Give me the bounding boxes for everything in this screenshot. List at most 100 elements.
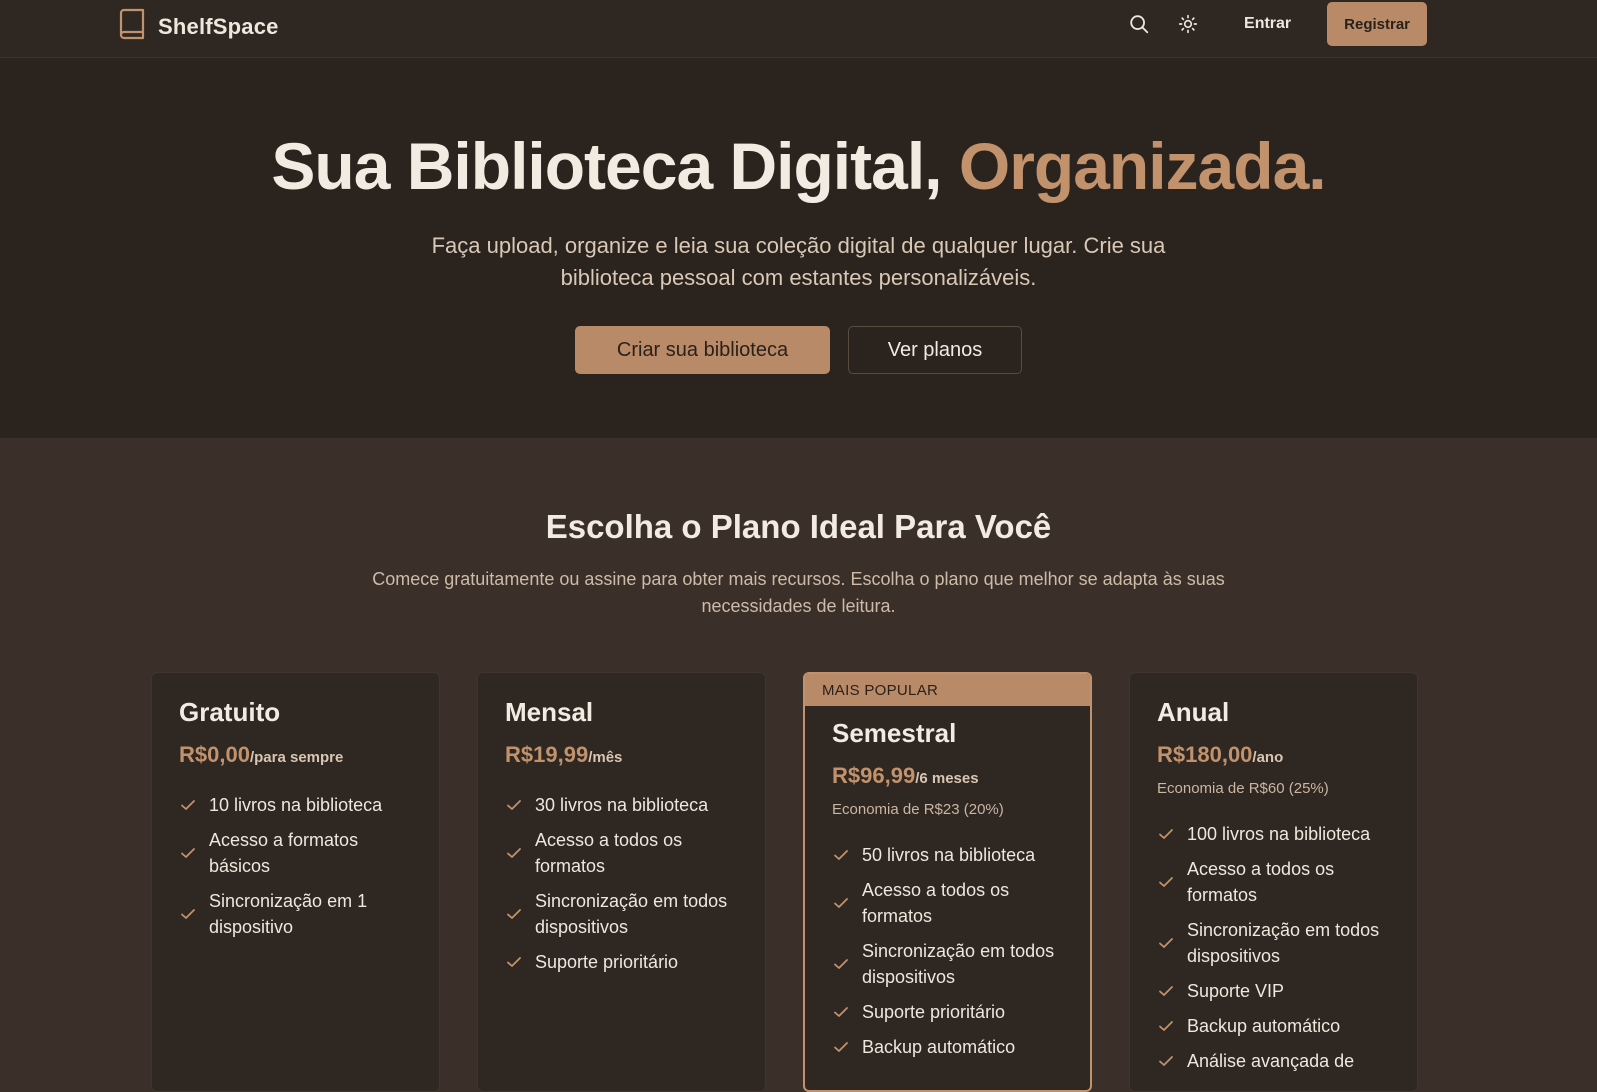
feature-item: Suporte prioritário xyxy=(505,949,738,975)
feature-item: Backup automático xyxy=(1157,1013,1390,1039)
plan-card-mensal[interactable]: Mensal R$19,99/mês 30 livros na bibliote… xyxy=(477,672,766,1092)
plan-price-value: R$96,99 xyxy=(832,763,916,788)
plan-cards: Gratuito R$0,00/para sempre 10 livros na… xyxy=(151,672,1418,1092)
hero-title: Sua Biblioteca Digital, Organizada. xyxy=(0,128,1597,204)
plan-price-value: R$180,00 xyxy=(1157,742,1253,767)
check-icon xyxy=(507,909,521,919)
popular-badge: MAIS POPULAR xyxy=(805,674,1090,706)
hero-subtitle: Faça upload, organize e leia sua coleção… xyxy=(431,233,1166,290)
plan-price: R$19,99/mês xyxy=(505,742,738,768)
feature-label: Sincronização em todos dispositivos xyxy=(535,891,728,937)
nav-actions: Entrar Registrar xyxy=(1119,2,1427,46)
feature-item: Sincronização em 1 dispositivo xyxy=(179,888,412,940)
check-icon xyxy=(1159,877,1173,887)
pricing-section: Escolha o Plano Ideal Para Você Comece g… xyxy=(0,438,1597,1092)
check-icon xyxy=(1159,1021,1173,1031)
plan-saving: Economia de R$60 (25%) xyxy=(1157,780,1329,797)
feature-item: 50 livros na biblioteca xyxy=(832,842,1063,868)
check-icon xyxy=(834,850,848,860)
check-icon xyxy=(181,848,195,858)
register-button[interactable]: Registrar xyxy=(1327,2,1427,46)
feature-item: Acesso a todos os formatos xyxy=(505,827,738,879)
feature-label: 50 livros na biblioteca xyxy=(862,845,1036,865)
plan-price-period: /para sempre xyxy=(249,749,344,766)
feature-label: Sincronização em 1 dispositivo xyxy=(209,891,368,937)
plan-card-anual[interactable]: Anual R$180,00/ano Economia de R$60 (25%… xyxy=(1129,672,1418,1092)
plan-saving: Economia de R$23 (20%) xyxy=(832,801,1004,818)
feature-item: Backup automático xyxy=(832,1034,1063,1060)
feature-item: Acesso a todos os formatos xyxy=(832,877,1063,929)
feature-label: Acesso a todos os formatos xyxy=(862,880,1010,926)
feature-list: 30 livros na biblioteca Acesso a todos o… xyxy=(505,792,738,975)
plan-price-period: /6 meses xyxy=(915,770,979,787)
plan-name: Anual xyxy=(1157,697,1230,727)
pricing-subtitle: Comece gratuitamente ou assine para obte… xyxy=(372,569,1225,616)
feature-item: Acesso a todos os formatos xyxy=(1157,856,1390,908)
hero-section: Sua Biblioteca Digital, Organizada. Faça… xyxy=(0,58,1597,438)
check-icon xyxy=(1159,1056,1173,1066)
search-icon[interactable] xyxy=(1119,4,1159,44)
feature-item: Análise avançada de xyxy=(1157,1048,1390,1074)
plan-price: R$0,00/para sempre xyxy=(179,742,412,768)
feature-label: 10 livros na biblioteca xyxy=(209,795,383,815)
feature-label: Backup automático xyxy=(1187,1016,1341,1036)
pricing-title: Escolha o Plano Ideal Para Você xyxy=(545,508,1052,545)
plan-price: R$96,99/6 meses xyxy=(832,763,1063,789)
feature-label: Sincronização em todos dispositivos xyxy=(1187,920,1380,966)
feature-list: 100 livros na biblioteca Acesso a todos … xyxy=(1157,821,1390,1074)
feature-label: Suporte prioritário xyxy=(535,952,679,972)
top-nav: ShelfSpace Entrar Registrar xyxy=(0,0,1597,58)
feature-item: 10 livros na biblioteca xyxy=(179,792,412,818)
feature-label: 100 livros na biblioteca xyxy=(1187,824,1371,844)
check-icon xyxy=(834,1042,848,1052)
plan-card-semestral[interactable]: MAIS POPULAR Semestral R$96,99/6 meses E… xyxy=(803,672,1092,1092)
feature-label: Suporte VIP xyxy=(1187,981,1285,1001)
view-plans-button[interactable]: Ver planos xyxy=(848,326,1022,374)
plan-price-value: R$0,00 xyxy=(179,742,250,767)
brand-logo[interactable]: ShelfSpace xyxy=(118,8,279,45)
feature-label: 30 livros na biblioteca xyxy=(535,795,709,815)
sun-icon[interactable] xyxy=(1168,4,1208,44)
feature-item: 100 livros na biblioteca xyxy=(1157,821,1390,847)
feature-item: 30 livros na biblioteca xyxy=(505,792,738,818)
check-icon xyxy=(834,898,848,908)
check-icon xyxy=(834,1007,848,1017)
check-icon xyxy=(834,959,848,969)
book-icon xyxy=(118,8,146,45)
feature-label: Acesso a todos os formatos xyxy=(1187,859,1335,905)
plan-price-period: /ano xyxy=(1252,749,1284,766)
feature-label: Suporte prioritário xyxy=(862,1002,1006,1022)
brand-name: ShelfSpace xyxy=(158,13,279,39)
login-button[interactable]: Entrar xyxy=(1234,15,1301,33)
feature-item: Acesso a formatos básicos xyxy=(179,827,412,879)
create-library-button[interactable]: Criar sua biblioteca xyxy=(575,326,830,374)
feature-label: Análise avançada de xyxy=(1187,1051,1355,1071)
feature-list: 10 livros na biblioteca Acesso a formato… xyxy=(179,792,412,940)
check-icon xyxy=(507,848,521,858)
feature-item: Sincronização em todos dispositivos xyxy=(832,938,1063,990)
check-icon xyxy=(181,909,195,919)
feature-label: Acesso a formatos básicos xyxy=(209,830,359,876)
hero-title-accent: Organizada. xyxy=(958,129,1327,203)
feature-item: Suporte prioritário xyxy=(832,999,1063,1025)
hero-actions: Criar sua biblioteca Ver planos xyxy=(0,326,1597,374)
feature-item: Suporte VIP xyxy=(1157,978,1390,1004)
feature-list: 50 livros na biblioteca Acesso a todos o… xyxy=(832,842,1063,1060)
feature-label: Sincronização em todos dispositivos xyxy=(862,941,1055,987)
plan-price-period: /mês xyxy=(588,749,623,766)
plan-card-gratuito[interactable]: Gratuito R$0,00/para sempre 10 livros na… xyxy=(151,672,440,1092)
check-icon xyxy=(181,800,195,810)
check-icon xyxy=(507,957,521,967)
feature-item: Sincronização em todos dispositivos xyxy=(505,888,738,940)
plan-name: Mensal xyxy=(505,697,594,727)
feature-label: Backup automático xyxy=(862,1037,1016,1057)
plan-name: Gratuito xyxy=(179,697,281,727)
feature-label: Acesso a todos os formatos xyxy=(535,830,683,876)
feature-item: Sincronização em todos dispositivos xyxy=(1157,917,1390,969)
check-icon xyxy=(507,800,521,810)
check-icon xyxy=(1159,938,1173,948)
check-icon xyxy=(1159,829,1173,839)
plan-price-value: R$19,99 xyxy=(505,742,589,767)
plan-name: Semestral xyxy=(832,718,957,748)
hero-title-main: Sua Biblioteca Digital, xyxy=(271,129,942,203)
